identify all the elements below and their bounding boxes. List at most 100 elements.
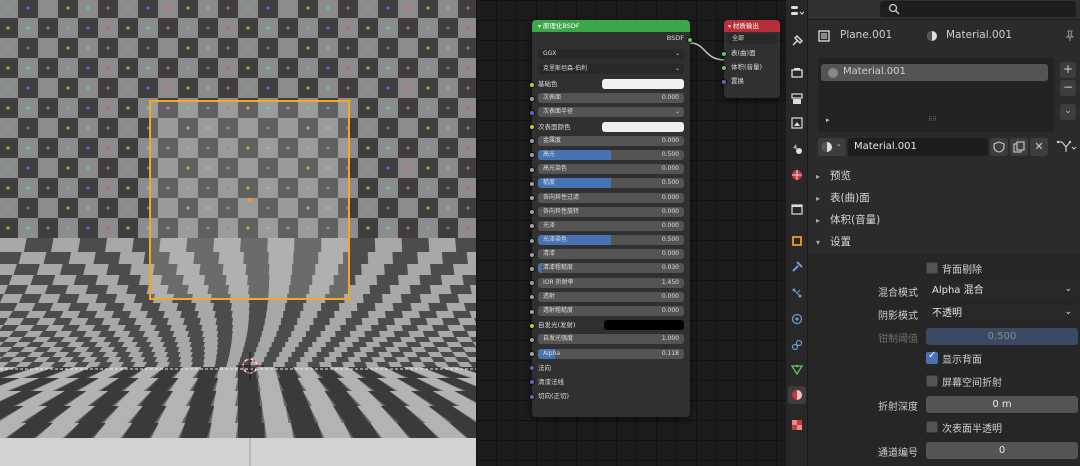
- volume-panel-header[interactable]: ▸ 体积(音量): [816, 212, 880, 227]
- object-icon[interactable]: [788, 232, 806, 250]
- view-layer-icon[interactable]: [788, 114, 806, 132]
- pin-icon[interactable]: [1064, 30, 1076, 42]
- surface-panel-header[interactable]: ▸ 表(曲)面: [816, 190, 870, 205]
- roughness-field[interactable]: 糙度 0.500: [538, 178, 684, 189]
- sheen-tint-socket[interactable]: [529, 237, 535, 244]
- particles-icon[interactable]: [788, 284, 806, 302]
- tool-icon[interactable]: [788, 32, 806, 50]
- scene-icon[interactable]: [788, 140, 806, 158]
- subsurface-socket[interactable]: [529, 95, 535, 102]
- sheen-tint-field[interactable]: 光泽染色 0.500: [538, 235, 684, 246]
- refraction-depth-field[interactable]: 0 m: [926, 396, 1078, 413]
- preview-panel-header[interactable]: ▸ 预览: [816, 168, 851, 183]
- emission-strength-field[interactable]: 自发光强度 1.000: [538, 334, 684, 345]
- shadow-mode-dropdown[interactable]: 不透明 ⌄: [926, 305, 1078, 322]
- subsurface-color-socket[interactable]: [529, 124, 535, 131]
- transmission-socket[interactable]: [529, 294, 535, 301]
- fake-user-button[interactable]: [990, 138, 1008, 156]
- metallic-field[interactable]: 金属度 0.000: [538, 135, 684, 146]
- material-slot-list[interactable]: Material.001 ⠿⠿ ▸: [818, 58, 1054, 132]
- world-icon[interactable]: [788, 166, 806, 184]
- subsurface-radius-dropdown[interactable]: 次表面半径 ⌄: [538, 107, 684, 118]
- 3d-viewport[interactable]: [0, 0, 476, 466]
- metallic-socket[interactable]: [529, 138, 535, 145]
- slot-specials-chevron-icon[interactable]: ⌄: [1060, 104, 1076, 120]
- output-node-header[interactable]: ▾ 材质输出: [724, 20, 780, 32]
- collection-icon[interactable]: [788, 200, 806, 218]
- emission-swatch[interactable]: [604, 320, 684, 331]
- clearcoat-field[interactable]: 清漆 0.000: [538, 249, 684, 260]
- material-output-node[interactable]: ▾ 材质输出 全部 表(曲)面 体积(音量) 置换: [721, 20, 780, 98]
- physics-icon[interactable]: [788, 310, 806, 328]
- base-color-swatch[interactable]: [602, 79, 684, 89]
- blend-mode-dropdown[interactable]: Alpha 混合 ⌄: [926, 282, 1078, 299]
- minus-icon[interactable]: −: [1060, 80, 1076, 96]
- screen-space-refraction-checkbox[interactable]: [926, 375, 938, 387]
- anisotropic-socket[interactable]: [529, 195, 535, 201]
- clearcoat-normal-socket[interactable]: [529, 379, 535, 386]
- pass-index-field[interactable]: 0: [926, 442, 1078, 459]
- settings-panel-header[interactable]: ▾ 设置: [816, 234, 851, 249]
- distribution-dropdown[interactable]: GGX ⌄: [538, 49, 684, 59]
- ior-field[interactable]: IOR 折射率 1.450: [538, 277, 684, 288]
- subsurface-method-dropdown[interactable]: 克里斯坦森-伯利 ⌄: [538, 64, 684, 74]
- output-target-dropdown[interactable]: 全部: [727, 34, 777, 44]
- node-tree-icon[interactable]: [1056, 139, 1078, 155]
- backface-culling-checkbox[interactable]: [926, 262, 938, 274]
- clearcoat-roughness-field[interactable]: 清漆粗糙度 0.030: [538, 263, 684, 274]
- roughness-socket[interactable]: [529, 180, 535, 187]
- texture-icon[interactable]: [788, 416, 806, 434]
- sheen-socket[interactable]: [529, 223, 535, 230]
- ior-socket[interactable]: [529, 280, 535, 287]
- transmission-roughness-field[interactable]: 透射粗糙度 0.000: [538, 306, 684, 316]
- anisotropic-rotation-field[interactable]: 各向异性旋转 0.000: [538, 206, 684, 217]
- displacement-input-socket[interactable]: [721, 78, 727, 85]
- emission-socket[interactable]: [529, 322, 535, 329]
- alpha-socket[interactable]: [529, 351, 535, 358]
- browse-material-button[interactable]: ⌄: [818, 138, 846, 156]
- transmission-field[interactable]: 透射 0.000: [538, 291, 684, 302]
- list-resize-handle[interactable]: ⠿⠿: [928, 116, 937, 123]
- clip-threshold-field[interactable]: 0.500: [926, 328, 1078, 345]
- constraints-icon[interactable]: [788, 336, 806, 354]
- normal-socket[interactable]: [529, 365, 535, 372]
- data-icon[interactable]: [788, 360, 806, 378]
- specular-tint-field[interactable]: 高光染色 0.000: [538, 164, 684, 175]
- material-icon[interactable]: [788, 386, 806, 404]
- surface-input-socket[interactable]: [721, 50, 727, 57]
- editor-type-icon[interactable]: [788, 2, 806, 20]
- sheen-field[interactable]: 光泽 0.000: [538, 220, 684, 231]
- anisotropic-rotation-socket[interactable]: [529, 209, 535, 216]
- duplicate-material-button[interactable]: [1010, 138, 1028, 156]
- specular-socket[interactable]: [529, 152, 535, 159]
- specular-tint-socket[interactable]: [529, 166, 535, 173]
- close-icon[interactable]: ✕: [1030, 138, 1048, 156]
- subsurface-field[interactable]: 次表面 0.000: [538, 93, 684, 104]
- modifier-icon[interactable]: [788, 258, 806, 276]
- specular-field[interactable]: 高光 0.500: [538, 149, 684, 160]
- anisotropic-field[interactable]: 各向异性过滤 0.000: [538, 192, 684, 203]
- subsurface-radius-socket[interactable]: [529, 109, 535, 116]
- emission-strength-socket[interactable]: [529, 336, 535, 343]
- viewport-scene[interactable]: [0, 0, 476, 466]
- search-input[interactable]: [880, 1, 1076, 17]
- show-backface-checkbox[interactable]: [926, 350, 938, 364]
- bsdf-output-socket[interactable]: [687, 36, 693, 43]
- subsurface-color-swatch[interactable]: [602, 121, 684, 132]
- volume-input-socket[interactable]: [721, 64, 727, 71]
- plus-icon[interactable]: +: [1060, 62, 1076, 78]
- output-icon[interactable]: [788, 90, 806, 108]
- alpha-field[interactable]: Alpha 0.118: [538, 348, 684, 359]
- clearcoat-roughness-socket[interactable]: [529, 265, 535, 272]
- transmission-roughness-socket[interactable]: [529, 308, 535, 315]
- principled-bsdf-node[interactable]: ▾ 原理化BSDF BSDF GGX ⌄ 克里斯坦森-伯利 ⌄ 基础色 次表面 0.0…: [529, 20, 693, 417]
- list-expand-icon[interactable]: ▸: [826, 116, 830, 124]
- material-name-field[interactable]: Material.001: [848, 138, 988, 156]
- shader-node-editor[interactable]: ▾ 原理化BSDF BSDF GGX ⌄ 克里斯坦森-伯利 ⌄ 基础色 次表面 0.0…: [476, 0, 786, 466]
- material-slot-item[interactable]: Material.001: [821, 64, 1048, 81]
- subsurface-translucency-checkbox[interactable]: [926, 421, 938, 433]
- base-color-socket[interactable]: [529, 81, 535, 88]
- tangent-socket[interactable]: [529, 393, 535, 400]
- render-icon[interactable]: [788, 64, 806, 82]
- clearcoat-socket[interactable]: [529, 251, 535, 258]
